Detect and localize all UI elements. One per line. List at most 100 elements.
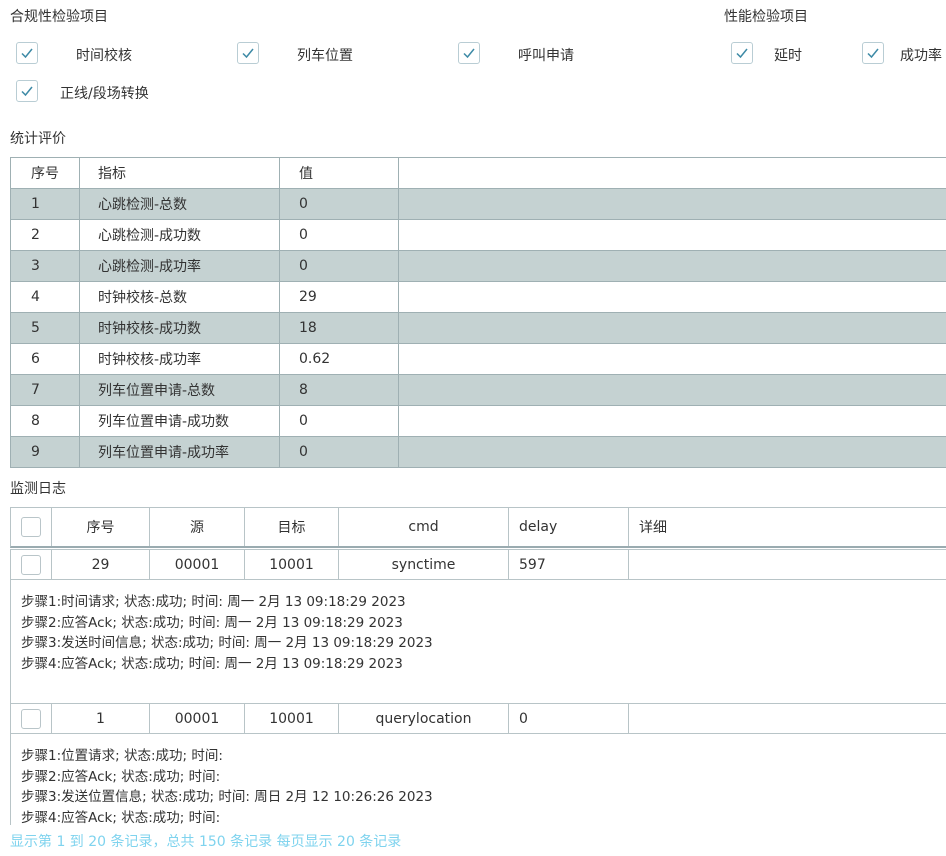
table-row: 7 列车位置申请-总数 8: [10, 374, 946, 406]
table-row: 9 列车位置申请-成功率 0: [10, 436, 946, 468]
stats-cell-metric: 心跳检测-成功率: [79, 250, 280, 282]
checkbox-delay[interactable]: [731, 42, 753, 64]
performance-title: 性能检验项目: [724, 9, 808, 25]
stats-cell-index: 9: [10, 436, 80, 468]
checkbox-label-success-rate[interactable]: 成功率: [900, 45, 942, 65]
log-detail-panel: 步骤1:位置请求; 状态:成功; 时间: 步骤2:应答Ack; 状态:成功; 时…: [10, 734, 946, 825]
row-checkbox[interactable]: [21, 708, 41, 729]
checkbox-label-train-location[interactable]: 列车位置: [297, 45, 353, 65]
checkbox-success-rate[interactable]: [862, 42, 884, 64]
check-icon: [463, 48, 475, 59]
stats-cell-value: 0: [279, 405, 399, 437]
table-row[interactable]: 1 00001 10001 querylocation 0: [10, 703, 946, 734]
checkbox-time-sync[interactable]: [16, 42, 38, 64]
checkbox-call-request[interactable]: [458, 42, 480, 64]
check-icon: [21, 86, 33, 97]
stats-cell-metric: 心跳检测-总数: [79, 188, 280, 220]
log-cell-source: 00001: [150, 550, 245, 579]
log-cell-cmd: querylocation: [339, 704, 509, 733]
stats-cell-index: 2: [10, 219, 80, 251]
stats-cell-metric: 列车位置申请-成功率: [79, 436, 280, 468]
log-table: 序号 源 目标 cmd delay 详细 29 00001 10001 sync…: [10, 507, 946, 825]
log-header-detail[interactable]: 详细: [629, 508, 946, 546]
checkbox-mainline-depot[interactable]: [16, 80, 38, 102]
log-cell-delay: 0: [509, 704, 629, 733]
log-detail-line: 步骤4:应答Ack; 状态:成功; 时间: 周一 2月 13 09:18:29 …: [21, 655, 403, 672]
stats-cell-empty: [398, 405, 946, 437]
log-detail-line: 步骤1:时间请求; 状态:成功; 时间: 周一 2月 13 09:18:29 2…: [21, 594, 406, 610]
log-header-cmd[interactable]: cmd: [339, 508, 509, 546]
compliance-title: 合规性检验项目: [10, 9, 108, 25]
stats-table: 序号 指标 值 1 心跳检测-总数 0 2 心跳检测-成功数 0 3 心跳检测-…: [10, 157, 946, 468]
table-row: 6 时钟校核-成功率 0.62: [10, 343, 946, 375]
log-header-row: 序号 源 目标 cmd delay 详细: [10, 507, 946, 548]
log-select-all-cell: [11, 508, 52, 546]
stats-cell-value: 18: [279, 312, 399, 344]
stats-cell-index: 7: [10, 374, 80, 406]
stats-cell-value: 0: [279, 219, 399, 251]
check-icon: [867, 48, 879, 59]
checkbox-label-mainline-depot[interactable]: 正线/段场转换: [60, 83, 149, 103]
log-detail-line: 步骤2:应答Ack; 状态:成功; 时间: 周一 2月 13 09:18:29 …: [21, 614, 403, 631]
log-detail-line: 步骤2:应答Ack; 状态:成功; 时间:: [21, 768, 221, 785]
log-row-select-cell: [11, 550, 52, 579]
stats-cell-empty: [398, 250, 946, 282]
stats-cell-index: 3: [10, 250, 80, 282]
log-cell-seq: 1: [52, 704, 150, 733]
log-detail-panel: 步骤1:时间请求; 状态:成功; 时间: 周一 2月 13 09:18:29 2…: [10, 580, 946, 703]
stats-cell-value: 0: [279, 436, 399, 468]
table-row: 8 列车位置申请-成功数 0: [10, 405, 946, 437]
stats-title: 统计评价: [10, 131, 66, 147]
checkbox-train-location[interactable]: [237, 42, 259, 64]
table-row[interactable]: 29 00001 10001 synctime 597: [10, 549, 946, 580]
stats-cell-index: 8: [10, 405, 80, 437]
stats-cell-index: 4: [10, 281, 80, 313]
stats-header-empty: [398, 157, 946, 189]
select-all-checkbox[interactable]: [21, 517, 41, 537]
table-row: 5 时钟校核-成功数 18: [10, 312, 946, 344]
stats-cell-index: 5: [10, 312, 80, 344]
stats-cell-metric: 时钟校核-成功率: [79, 343, 280, 375]
log-title: 监测日志: [10, 481, 66, 497]
log-header-seq[interactable]: 序号: [52, 508, 150, 546]
log-cell-cmd: synctime: [339, 550, 509, 579]
stats-cell-metric: 时钟校核-成功数: [79, 312, 280, 344]
log-cell-target: 10001: [245, 550, 339, 579]
stats-header-metric: 指标: [79, 157, 280, 189]
stats-cell-empty: [398, 281, 946, 313]
log-header-delay[interactable]: delay: [509, 508, 629, 546]
stats-cell-metric: 列车位置申请-总数: [79, 374, 280, 406]
log-row-select-cell: [11, 704, 52, 733]
stats-cell-value: 0: [279, 188, 399, 220]
checkbox-label-time-sync[interactable]: 时间校核: [76, 45, 132, 65]
check-icon: [736, 48, 748, 59]
pagination-info: 显示第 1 到 20 条记录，总共 150 条记录 每页显示 20 条记录: [10, 834, 402, 850]
stats-cell-value: 8: [279, 374, 399, 406]
stats-cell-value: 29: [279, 281, 399, 313]
log-detail-line: 步骤1:位置请求; 状态:成功; 时间:: [21, 748, 223, 764]
stats-cell-value: 0: [279, 250, 399, 282]
log-header-target[interactable]: 目标: [245, 508, 339, 546]
table-row: 4 时钟校核-总数 29: [10, 281, 946, 313]
log-cell-seq: 29: [52, 550, 150, 579]
log-detail-line: 步骤4:应答Ack; 状态:成功; 时间:: [21, 809, 221, 826]
table-row: 2 心跳检测-成功数 0: [10, 219, 946, 251]
stats-cell-empty: [398, 219, 946, 251]
stats-header-value: 值: [279, 157, 399, 189]
log-detail-line: 步骤3:发送位置信息; 状态:成功; 时间: 周日 2月 12 10:26:26…: [21, 789, 433, 805]
checkbox-label-call-request[interactable]: 呼叫申请: [518, 45, 574, 65]
check-icon: [21, 48, 33, 59]
stats-header-row: 序号 指标 值: [10, 157, 946, 189]
stats-cell-index: 6: [10, 343, 80, 375]
log-cell-source: 00001: [150, 704, 245, 733]
log-cell-target: 10001: [245, 704, 339, 733]
log-header-source[interactable]: 源: [150, 508, 245, 546]
stats-cell-empty: [398, 436, 946, 468]
log-detail-line: 步骤3:发送时间信息; 状态:成功; 时间: 周一 2月 13 09:18:29…: [21, 635, 433, 651]
stats-cell-empty: [398, 343, 946, 375]
table-row: 3 心跳检测-成功率 0: [10, 250, 946, 282]
row-checkbox[interactable]: [21, 554, 41, 575]
checkbox-label-delay[interactable]: 延时: [774, 45, 802, 65]
log-cell-detail: [629, 704, 946, 733]
stats-cell-empty: [398, 374, 946, 406]
